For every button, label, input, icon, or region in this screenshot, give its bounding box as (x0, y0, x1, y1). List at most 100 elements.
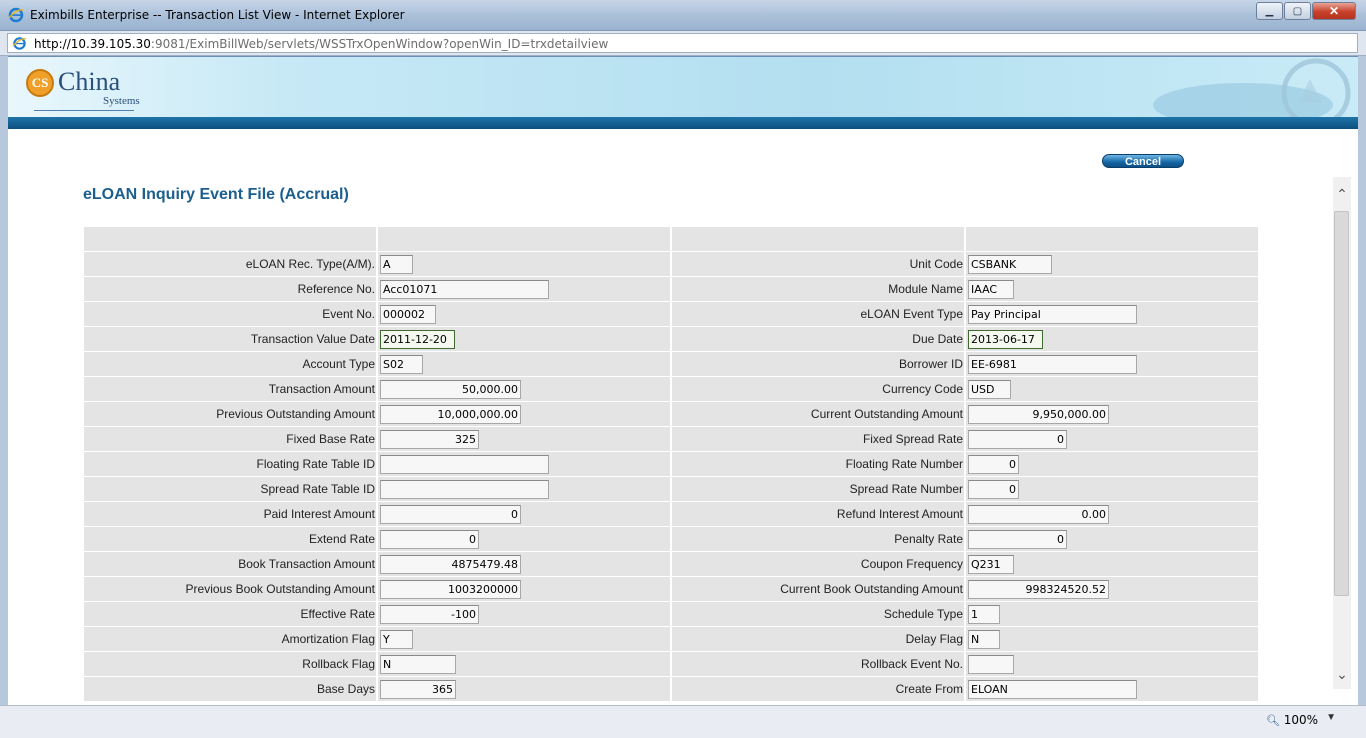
field-label: Transaction Value Date (84, 327, 376, 351)
field-label: Fixed Base Rate (84, 427, 376, 451)
field-label: Rollback Event No. (672, 652, 964, 676)
transaction-amount-field[interactable]: 50,000.00 (380, 380, 521, 399)
reference-no-field[interactable]: Acc01071 (380, 280, 549, 299)
field-label: Create From (672, 677, 964, 701)
field-cell: 1003200000 (378, 577, 670, 601)
coupon-frequency-field[interactable]: Q231 (968, 555, 1014, 574)
field-cell: IAAC (966, 277, 1258, 301)
module-name-field[interactable]: IAAC (968, 280, 1014, 299)
header-banner: CS China Systems (8, 57, 1358, 129)
minimize-button[interactable]: ▁ (1256, 2, 1283, 20)
field-cell: 2011-12-20 (378, 327, 670, 351)
field-label: Book Transaction Amount (84, 552, 376, 576)
form-row: Effective Rate -100 Schedule Type 1 (84, 602, 1259, 626)
field-label: Currency Code (672, 377, 964, 401)
field-cell: 0.00 (966, 502, 1258, 526)
spread-rate-number-field[interactable]: 0 (968, 480, 1019, 499)
spread-rate-table-id-field[interactable] (380, 480, 549, 499)
field-label: Floating Rate Table ID (84, 452, 376, 476)
address-bar: http://10.39.105.30:9081/EximBillWeb/ser… (0, 31, 1366, 56)
field-cell (378, 452, 670, 476)
cancel-button[interactable]: Cancel (1102, 154, 1184, 168)
field-cell: ELOAN (966, 677, 1258, 701)
current-outstanding-amount-field[interactable]: 9,950,000.00 (968, 405, 1109, 424)
field-cell: 000002 (378, 302, 670, 326)
schedule-type-field[interactable]: 1 (968, 605, 1000, 624)
form-row: Rollback Flag N Rollback Event No. (84, 652, 1259, 676)
form-row: Transaction Amount 50,000.00 Currency Co… (84, 377, 1259, 401)
field-label: Base Days (84, 677, 376, 701)
floating-rate-table-id-field[interactable] (380, 455, 549, 474)
event-no-field[interactable]: 000002 (380, 305, 436, 324)
page-content: CS China Systems Cancel eLOAN Inquiry Ev… (8, 57, 1358, 705)
delay-flag-field[interactable]: N (968, 630, 1000, 649)
field-label: eLOAN Event Type (672, 302, 964, 326)
address-field[interactable]: http://10.39.105.30:9081/EximBillWeb/ser… (7, 33, 1358, 53)
field-cell: USD (966, 377, 1258, 401)
floating-rate-number-field[interactable]: 0 (968, 455, 1019, 474)
base-days-field[interactable]: 365 (380, 680, 456, 699)
field-cell: -100 (378, 602, 670, 626)
field-label: Reference No. (84, 277, 376, 301)
field-cell: 325 (378, 427, 670, 451)
zoom-level[interactable]: 100% (1284, 713, 1318, 727)
previous-book-outstanding-amount-field[interactable]: 1003200000 (380, 580, 521, 599)
transaction-value-date-field[interactable]: 2011-12-20 (380, 330, 455, 349)
previous-outstanding-amount-field[interactable]: 10,000,000.00 (380, 405, 521, 424)
field-cell: EE-6981 (966, 352, 1258, 376)
window-frame-left (0, 56, 8, 706)
fixed-spread-rate-field[interactable]: 0 (968, 430, 1067, 449)
field-cell: 998324520.52 (966, 577, 1258, 601)
form-row: Previous Outstanding Amount 10,000,000.0… (84, 402, 1259, 426)
field-label: Event No. (84, 302, 376, 326)
penalty-rate-field[interactable]: 0 (968, 530, 1067, 549)
refund-interest-amount-field[interactable]: 0.00 (968, 505, 1109, 524)
maximize-button[interactable]: ▢ (1284, 2, 1311, 20)
rollback-flag-field[interactable]: N (380, 655, 456, 674)
field-label: Effective Rate (84, 602, 376, 626)
field-label: Refund Interest Amount (672, 502, 964, 526)
due-date-field[interactable]: 2013-06-17 (968, 330, 1043, 349)
currency-code-field[interactable]: USD (968, 380, 1011, 399)
field-cell: 0 (378, 527, 670, 551)
rec-type-field[interactable]: A (380, 255, 413, 274)
amortization-flag-field[interactable]: Y (380, 630, 413, 649)
field-cell: 0 (966, 527, 1258, 551)
field-label: eLOAN Rec. Type(A/M). (84, 252, 376, 276)
field-cell: 4875479.48 (378, 552, 670, 576)
account-type-field[interactable]: S02 (380, 355, 423, 374)
create-from-field[interactable]: ELOAN (968, 680, 1137, 699)
unit-code-field[interactable]: CSBANK (968, 255, 1052, 274)
field-cell: 10,000,000.00 (378, 402, 670, 426)
fixed-base-rate-field[interactable]: 325 (380, 430, 479, 449)
field-cell: Acc01071 (378, 277, 670, 301)
field-label: Delay Flag (672, 627, 964, 651)
field-label: Fixed Spread Rate (672, 427, 964, 451)
scroll-up-icon[interactable]: ⌃ (1335, 187, 1349, 201)
logo-name: China (58, 67, 121, 96)
zoom-dropdown-icon[interactable]: ▼ (1326, 712, 1336, 723)
book-transaction-amount-field[interactable]: 4875479.48 (380, 555, 521, 574)
header-cell (966, 227, 1258, 251)
field-cell: S02 (378, 352, 670, 376)
field-cell: 50,000.00 (378, 377, 670, 401)
close-button[interactable]: ✕ (1312, 2, 1356, 20)
form-row: Fixed Base Rate 325 Fixed Spread Rate 0 (84, 427, 1259, 451)
field-cell: N (378, 652, 670, 676)
field-label: Current Outstanding Amount (672, 402, 964, 426)
current-book-outstanding-amount-field[interactable]: 998324520.52 (968, 580, 1109, 599)
effective-rate-field[interactable]: -100 (380, 605, 479, 624)
field-cell: N (966, 627, 1258, 651)
vertical-scrollbar[interactable]: ⌃ ⌄ (1333, 177, 1351, 689)
url-path: :9081/EximBillWeb/servlets/WSSTrxOpenWin… (150, 37, 609, 51)
form-row: Spread Rate Table ID Spread Rate Number … (84, 477, 1259, 501)
scroll-thumb[interactable] (1334, 211, 1349, 596)
scroll-down-icon[interactable]: ⌄ (1335, 667, 1349, 681)
extend-rate-field[interactable]: 0 (380, 530, 479, 549)
event-type-field[interactable]: Pay Principal (968, 305, 1137, 324)
window-titlebar: Eximbills Enterprise -- Transaction List… (0, 0, 1366, 31)
paid-interest-amount-field[interactable]: 0 (380, 505, 521, 524)
rollback-event-no-field[interactable] (968, 655, 1014, 674)
zoom-icon[interactable]: 🔍︎ (1266, 714, 1280, 727)
borrower-id-field[interactable]: EE-6981 (968, 355, 1137, 374)
